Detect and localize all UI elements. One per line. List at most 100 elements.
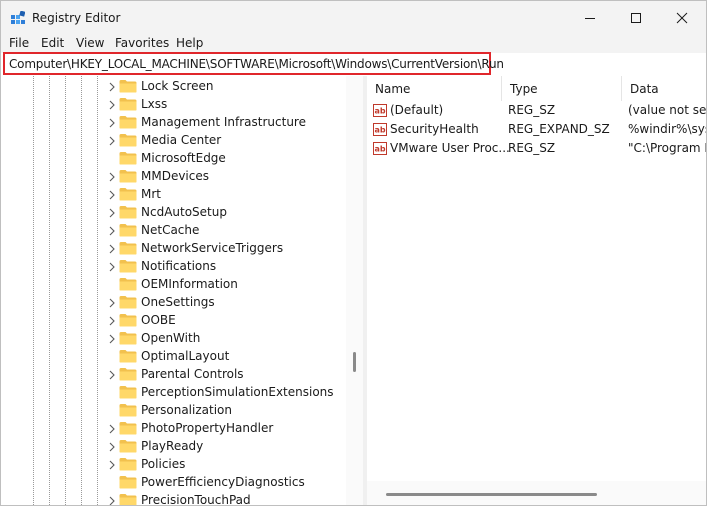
tree-item[interactable]: Management Infrastructure [2, 113, 346, 131]
close-button[interactable] [659, 1, 705, 35]
tree-item[interactable]: OEMInformation [2, 275, 346, 293]
tree-item[interactable]: PowerEfficiencyDiagnostics [2, 473, 346, 491]
chevron-right-icon[interactable] [107, 423, 117, 434]
value-data: %windir%\system32\SecurityHealthSystray.… [628, 122, 706, 136]
column-header-name[interactable]: Name [367, 76, 502, 101]
folder-icon [119, 259, 137, 273]
svg-text:ab: ab [375, 126, 386, 135]
chevron-right-icon[interactable] [107, 189, 117, 200]
folder-icon [119, 169, 137, 183]
tree-item[interactable]: Lxss [2, 95, 346, 113]
chevron-right-icon[interactable] [107, 225, 117, 236]
chevron-right-icon[interactable] [107, 459, 117, 470]
tree-item[interactable]: OOBE [2, 311, 346, 329]
minimize-icon [585, 18, 595, 19]
folder-icon [119, 439, 137, 453]
tree-item[interactable]: MicrosoftEdge [2, 149, 346, 167]
tree-item-label: MicrosoftEdge [141, 151, 226, 165]
tree-item[interactable]: OneSettings [2, 293, 346, 311]
tree-item[interactable]: Notifications [2, 257, 346, 275]
tree-item[interactable]: Policies [2, 455, 346, 473]
chevron-right-icon[interactable] [107, 243, 117, 254]
folder-icon [119, 475, 137, 489]
address-path[interactable]: Computer\HKEY_LOCAL_MACHINE\SOFTWARE\Mic… [9, 57, 504, 71]
tree-item[interactable]: NetCache [2, 221, 346, 239]
tree-item-label: Management Infrastructure [141, 115, 306, 129]
tree-scrollbar-thumb[interactable] [353, 352, 356, 372]
tree-item[interactable]: MMDevices [2, 167, 346, 185]
string-value-icon: ab [373, 104, 387, 117]
address-bar[interactable]: Computer\HKEY_LOCAL_MACHINE\SOFTWARE\Mic… [3, 52, 504, 75]
chevron-right-icon[interactable] [107, 207, 117, 218]
tree-item[interactable]: Mrt [2, 185, 346, 203]
tree-item[interactable]: PlayReady [2, 437, 346, 455]
folder-icon [119, 331, 137, 345]
tree-item[interactable]: NcdAutoSetup [2, 203, 346, 221]
value-name: VMware User Proc... [390, 141, 510, 155]
tree-item[interactable]: PerceptionSimulationExtensions [2, 383, 346, 401]
tree-item[interactable]: Personalization [2, 401, 346, 419]
tree-item-label: Media Center [141, 133, 222, 147]
folder-icon [119, 187, 137, 201]
chevron-right-icon[interactable] [107, 333, 117, 344]
tree-item[interactable]: Media Center [2, 131, 346, 149]
menu-edit[interactable]: Edit [41, 36, 64, 50]
value-row[interactable]: ab VMware User Proc...REG_SZ "C:\Program F… [367, 139, 706, 158]
tree-item[interactable]: Parental Controls [2, 365, 346, 383]
chevron-right-icon[interactable] [107, 495, 117, 505]
tree-item[interactable]: PrecisionTouchPad [2, 491, 346, 505]
tree-item-label: OneSettings [141, 295, 215, 309]
menu-help[interactable]: Help [176, 36, 203, 50]
chevron-right-icon[interactable] [107, 117, 117, 128]
chevron-right-icon[interactable] [107, 135, 117, 146]
value-row[interactable]: ab (Default) REG_SZ (value not set) [367, 101, 706, 120]
chevron-right-icon[interactable] [107, 315, 117, 326]
maximize-icon [631, 13, 641, 23]
minimize-button[interactable] [567, 1, 613, 35]
tree-item[interactable]: Lock Screen [2, 77, 346, 95]
tree-item[interactable]: PhotoPropertyHandler [2, 419, 346, 437]
menu-view[interactable]: View [76, 36, 104, 50]
tree-item-label: OptimalLayout [141, 349, 230, 363]
title-bar[interactable]: Registry Editor [1, 1, 706, 35]
tree-item[interactable]: OptimalLayout [2, 347, 346, 365]
folder-icon [119, 79, 137, 93]
chevron-right-icon[interactable] [107, 81, 117, 92]
tree-item-label: Lock Screen [141, 79, 214, 93]
folder-icon [119, 295, 137, 309]
menu-favorites[interactable]: Favorites [115, 36, 169, 50]
chevron-right-icon[interactable] [107, 171, 117, 182]
window-title: Registry Editor [32, 11, 121, 25]
chevron-right-icon[interactable] [107, 99, 117, 110]
chevron-right-icon[interactable] [107, 441, 117, 452]
folder-icon [119, 403, 137, 417]
key-tree-pane[interactable]: Lock Screen Lxss Management Infrastructure… [2, 76, 363, 505]
tree-item-label: Mrt [141, 187, 161, 201]
tree-item-label: Policies [141, 457, 186, 471]
tree-item-label: OEMInformation [141, 277, 238, 291]
tree-vertical-scrollbar[interactable] [346, 76, 363, 505]
folder-icon [119, 151, 137, 165]
tree-item-label: Parental Controls [141, 367, 244, 381]
chevron-right-icon[interactable] [107, 297, 117, 308]
values-scrollbar-thumb[interactable] [386, 493, 597, 496]
tree-item-label: MMDevices [141, 169, 209, 183]
menu-file[interactable]: File [9, 36, 29, 50]
chevron-right-icon[interactable] [107, 369, 117, 380]
tree-item[interactable]: OpenWith [2, 329, 346, 347]
values-list-pane[interactable]: Name Type Data ab (Default) REG_SZ (value n… [367, 76, 706, 505]
tree-item-label: NcdAutoSetup [141, 205, 227, 219]
value-row[interactable]: ab SecurityHealth REG_EXPAND_SZ %windir%\sy… [367, 120, 706, 139]
tree-item-label: Personalization [141, 403, 232, 417]
folder-icon [119, 367, 137, 381]
values-horizontal-scrollbar[interactable] [367, 481, 706, 505]
column-header-data[interactable]: Data [622, 76, 706, 101]
maximize-button[interactable] [613, 1, 659, 35]
folder-icon [119, 223, 137, 237]
registry-editor-window: Registry Editor File Edit View Favorites… [0, 0, 707, 506]
chevron-right-icon[interactable] [107, 261, 117, 272]
tree-item[interactable]: NetworkServiceTriggers [2, 239, 346, 257]
column-header-type[interactable]: Type [502, 76, 622, 101]
folder-icon [119, 421, 137, 435]
tree-item-label: OpenWith [141, 331, 201, 345]
